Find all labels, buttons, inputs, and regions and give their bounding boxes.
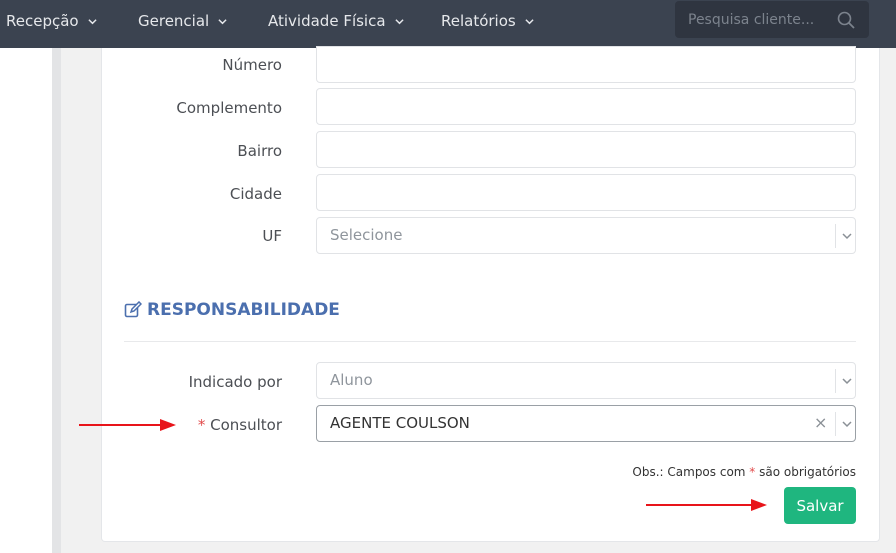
required-fields-note: Obs.: Campos com * são obrigatórios — [632, 465, 856, 479]
select-separator — [835, 224, 836, 248]
section-title: RESPONSABILIDADE — [147, 300, 340, 320]
chevron-down-icon — [218, 18, 227, 24]
save-button[interactable]: Salvar — [784, 487, 856, 524]
cidade-field[interactable] — [316, 174, 856, 211]
chevron-down-icon — [394, 18, 404, 24]
uf-select[interactable]: Selecione — [316, 217, 856, 254]
chevron-down-icon[interactable] — [842, 231, 852, 241]
consultor-label: * Consultor — [198, 416, 282, 434]
bairro-field[interactable] — [316, 131, 856, 168]
consultor-select[interactable]: AGENTE COULSON × — [316, 405, 856, 442]
section-divider — [124, 341, 856, 342]
chevron-down-icon[interactable] — [842, 376, 852, 386]
numero-label: Número — [222, 56, 282, 74]
nav-atividade-fisica-label: Atividade Física — [268, 12, 386, 30]
nav-gerencial-label: Gerencial — [138, 12, 210, 30]
numero-field[interactable] — [316, 46, 856, 83]
left-sidebar-border — [52, 48, 61, 553]
uf-select-value: Selecione — [330, 226, 403, 244]
consultor-value: AGENTE COULSON — [330, 414, 470, 432]
chevron-down-icon — [525, 18, 534, 24]
clear-icon[interactable]: × — [814, 413, 827, 432]
nav-relatorios-label: Relatórios — [441, 12, 516, 30]
nav-recepcao-label: Recepção — [6, 12, 79, 30]
obs-prefix: Obs.: Campos com — [632, 465, 746, 479]
chevron-down-icon — [87, 18, 97, 24]
client-search-input[interactable] — [675, 1, 835, 38]
obs-asterisk: * — [749, 465, 756, 479]
nav-relatorios[interactable]: Relatórios — [441, 0, 534, 42]
edit-icon — [124, 301, 142, 318]
chevron-down-icon[interactable] — [842, 419, 852, 429]
obs-suffix: são obrigatórios — [759, 465, 856, 479]
complemento-label: Complemento — [176, 99, 282, 117]
client-search — [675, 1, 869, 38]
section-responsabilidade: RESPONSABILIDADE — [124, 300, 340, 320]
top-navbar: Recepção Gerencial Atividade Física Rela… — [0, 0, 896, 48]
complemento-field[interactable] — [316, 88, 856, 125]
select-separator — [835, 369, 836, 393]
bairro-label: Bairro — [237, 142, 282, 160]
nav-gerencial[interactable]: Gerencial — [138, 0, 227, 42]
left-sidebar — [0, 48, 52, 553]
indicado-por-label: Indicado por — [188, 373, 282, 391]
required-asterisk: * — [197, 416, 206, 434]
uf-label: UF — [262, 227, 282, 245]
indicado-por-select[interactable]: Aluno — [316, 362, 856, 399]
indicado-por-value: Aluno — [330, 371, 373, 389]
nav-recepcao[interactable]: Recepção — [6, 0, 97, 42]
nav-atividade-fisica[interactable]: Atividade Física — [268, 0, 404, 42]
select-separator — [835, 412, 836, 436]
search-icon[interactable] — [837, 11, 855, 29]
annotation-arrow-icon — [79, 419, 176, 431]
cidade-label: Cidade — [229, 185, 282, 203]
annotation-arrow-icon — [646, 499, 767, 511]
consultor-label-text: Consultor — [210, 416, 282, 434]
